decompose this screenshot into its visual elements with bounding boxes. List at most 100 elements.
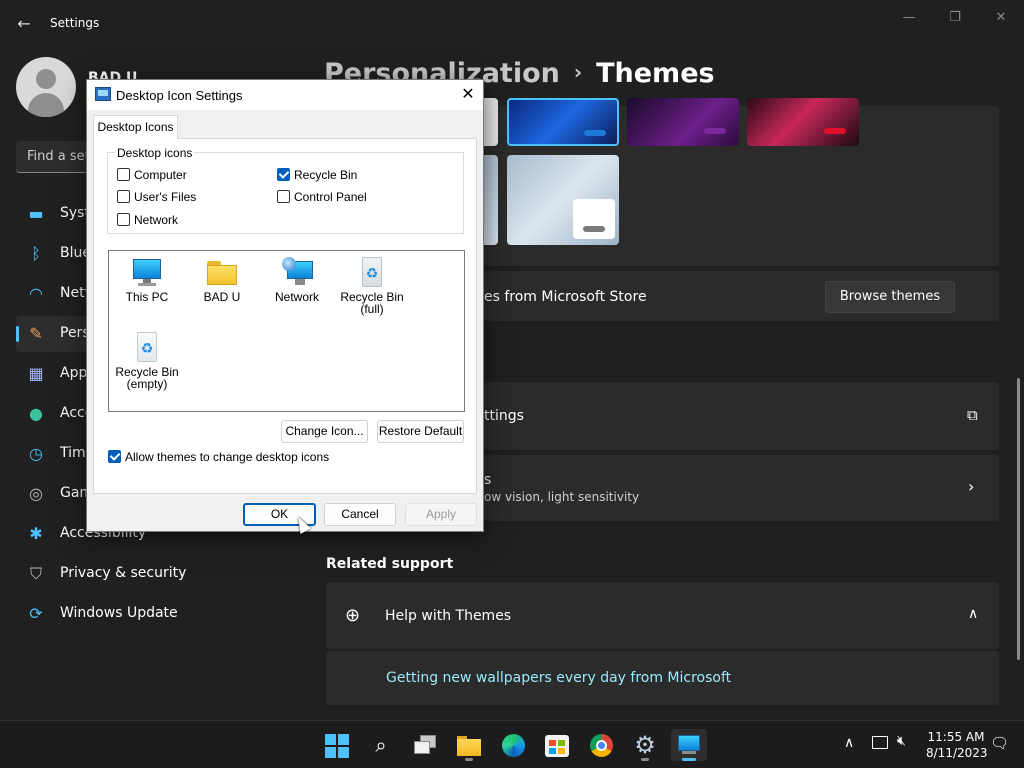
apps-icon: ▦ bbox=[28, 364, 44, 383]
contrast-themes-subtitle: ow vision, light sensitivity bbox=[484, 490, 640, 504]
sidebar-item-label: App bbox=[60, 365, 88, 381]
icon-label: Recycle Bin (full) bbox=[340, 290, 404, 316]
checkbox-box[interactable] bbox=[117, 190, 130, 203]
theme-preview-window bbox=[573, 199, 615, 239]
edge-icon[interactable] bbox=[495, 729, 531, 761]
icon-item-user-folder[interactable]: BAD U bbox=[186, 257, 258, 303]
tab-desktop-icons[interactable]: Desktop Icons bbox=[93, 115, 178, 139]
show-hidden-icons-chevron[interactable]: ∧ bbox=[844, 735, 854, 751]
icon-label: This PC bbox=[125, 290, 169, 304]
app-title: Settings bbox=[50, 16, 100, 30]
globe-icon: ⊕ bbox=[345, 605, 361, 626]
icon-item-this-pc[interactable]: This PC bbox=[111, 257, 183, 303]
minimize-button[interactable]: — bbox=[894, 8, 924, 28]
icon-item-network[interactable]: Network bbox=[261, 257, 333, 303]
help-with-themes-label: Help with Themes bbox=[385, 608, 512, 624]
restore-default-button[interactable]: Restore Default bbox=[377, 420, 464, 443]
theme-captured-motion-thumbnail[interactable] bbox=[747, 98, 859, 146]
dialog-titlebar: Desktop Icon Settings ✕ bbox=[87, 80, 483, 110]
checkbox-box[interactable] bbox=[277, 168, 290, 181]
change-icon-button[interactable]: Change Icon... bbox=[281, 420, 368, 443]
theme-sunrise-thumbnail[interactable] bbox=[507, 155, 619, 245]
volume-muted-icon[interactable]: 🔇︎ bbox=[897, 733, 906, 749]
checkbox-box[interactable] bbox=[117, 213, 130, 226]
checkbox-box[interactable] bbox=[117, 168, 130, 181]
selection-indicator bbox=[16, 326, 19, 342]
breadcrumb-current: Themes bbox=[596, 58, 715, 89]
dialog-close-button[interactable]: ✕ bbox=[457, 84, 479, 106]
back-arrow-icon[interactable]: ← bbox=[14, 14, 34, 34]
cancel-button[interactable]: Cancel bbox=[324, 503, 396, 526]
close-button[interactable]: ✕ bbox=[986, 8, 1016, 28]
content-scrollbar[interactable] bbox=[1017, 378, 1020, 660]
wifi-icon: ◠ bbox=[29, 284, 43, 303]
desktop-icon-settings-dialog: Desktop Icon Settings ✕ Desktop Icons De… bbox=[86, 79, 484, 532]
avatar-body-icon bbox=[28, 93, 64, 117]
chevron-right-icon: › bbox=[573, 60, 583, 84]
checkbox-label: Computer bbox=[134, 168, 187, 182]
this-pc-icon bbox=[131, 257, 163, 287]
update-icon: ⟳ bbox=[29, 604, 43, 623]
user-folder-icon bbox=[206, 257, 238, 287]
search-icon[interactable]: ⌕ bbox=[363, 729, 399, 761]
chrome-icon[interactable] bbox=[583, 729, 619, 761]
store-icon[interactable] bbox=[539, 729, 575, 761]
shield-icon: ⛉ bbox=[29, 564, 42, 583]
running-indicator bbox=[465, 758, 473, 761]
file-explorer-icon[interactable] bbox=[451, 729, 487, 761]
network-tray-icon[interactable] bbox=[872, 736, 888, 749]
settings-titlebar: ← Settings — ❐ ✕ bbox=[0, 0, 1024, 48]
theme-glow-thumbnail[interactable] bbox=[627, 98, 739, 146]
theme-bloom-dark-thumbnail[interactable] bbox=[507, 98, 619, 146]
desktop-icon-settings-label: ttings bbox=[484, 408, 524, 424]
notifications-icon[interactable]: 🗨︎ bbox=[990, 734, 1009, 752]
search-placeholder: Find a set bbox=[27, 149, 90, 164]
network-icon bbox=[281, 257, 313, 287]
icon-label: Recycle Bin (empty) bbox=[115, 365, 179, 391]
settings-icon[interactable]: ⚙ bbox=[627, 729, 663, 761]
store-row-text: es from Microsoft Store bbox=[484, 289, 647, 305]
clock-date[interactable]: 8/11/2023 bbox=[926, 746, 988, 760]
browse-themes-button[interactable]: Browse themes bbox=[825, 281, 955, 313]
user-avatar[interactable] bbox=[16, 57, 76, 117]
clock-time[interactable]: 11:55 AM bbox=[926, 730, 986, 744]
start-button[interactable] bbox=[319, 729, 355, 761]
theme-accent-swatch bbox=[583, 226, 605, 232]
checkbox-box[interactable] bbox=[277, 190, 290, 203]
checkbox-label: Allow themes to change desktop icons bbox=[125, 450, 330, 464]
checkbox-label: User's Files bbox=[134, 190, 197, 204]
desktop-settings-icon bbox=[95, 87, 111, 101]
recycle-bin-full-icon: ♻ bbox=[356, 257, 388, 287]
taskbar: ⌕ ⚙ ∧ 🔇︎ 11:55 AM 8/11/2023 🗨︎ bbox=[0, 720, 1024, 768]
checkbox-label: Recycle Bin bbox=[294, 168, 358, 182]
sidebar-item-update[interactable]: ⟳ Windows Update bbox=[16, 596, 296, 632]
external-link-icon: ⧉ bbox=[967, 406, 978, 424]
recycle-bin-empty-icon: ♻ bbox=[131, 332, 163, 362]
clock-icon: ◷ bbox=[29, 444, 43, 463]
task-view-icon[interactable] bbox=[407, 729, 443, 761]
chevron-up-icon[interactable]: ∧ bbox=[968, 606, 978, 622]
wallpapers-help-link[interactable]: Getting new wallpapers every day from Mi… bbox=[386, 670, 731, 686]
chevron-right-icon: › bbox=[968, 477, 975, 496]
dialog-title: Desktop Icon Settings bbox=[116, 88, 243, 103]
maximize-button[interactable]: ❐ bbox=[940, 8, 970, 28]
remote-desktop-icon[interactable] bbox=[671, 729, 707, 761]
bluetooth-icon: ᛒ bbox=[31, 244, 41, 263]
checkbox-box[interactable] bbox=[108, 450, 121, 463]
desktop-icon-list[interactable]: This PC BAD U Network ♻ Recycle Bin (ful… bbox=[108, 250, 465, 412]
avatar-head-icon bbox=[36, 69, 56, 89]
group-label: Desktop icons bbox=[115, 146, 195, 160]
gamepad-icon: ◎ bbox=[29, 484, 43, 503]
theme-accent-swatch bbox=[824, 128, 846, 134]
sidebar-item-shield[interactable]: ⛉ Privacy & security bbox=[16, 556, 296, 592]
running-indicator bbox=[641, 758, 649, 761]
sidebar-item-label: Windows Update bbox=[60, 605, 178, 621]
checkbox-label: Control Panel bbox=[294, 190, 367, 204]
brush-icon: ✎ bbox=[29, 324, 43, 343]
icon-item-recycle-bin-empty[interactable]: ♻ Recycle Bin (empty) bbox=[111, 332, 183, 390]
contrast-themes-title: s bbox=[484, 472, 492, 488]
icon-item-recycle-bin-full[interactable]: ♻ Recycle Bin (full) bbox=[336, 257, 408, 315]
icon-label: Network bbox=[274, 290, 319, 304]
apply-button[interactable]: Apply bbox=[405, 503, 477, 526]
accessibility-icon: ✱ bbox=[29, 524, 43, 543]
